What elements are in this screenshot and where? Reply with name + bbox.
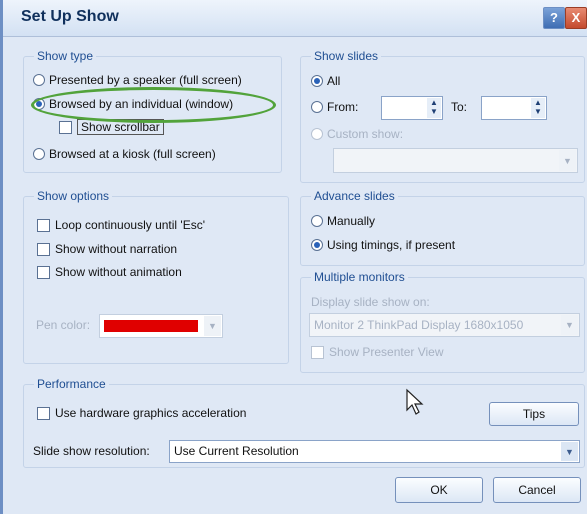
monitor-value: Monitor 2 ThinkPad Display 1680x1050 [314,318,524,332]
checkbox-icon [59,120,72,134]
show-without-narration-checkbox[interactable]: Show without narration [37,242,177,256]
tips-button[interactable]: Tips [489,402,579,426]
custom-show-dropdown[interactable]: ▼ [333,148,578,173]
slide-show-resolution-label: Slide show resolution: [33,444,150,458]
show-options-legend: Show options [34,189,113,203]
chevron-down-icon: ▼ [204,316,221,336]
checkbox-label: Use hardware graphics acceleration [55,406,247,420]
radio-browsed-at-kiosk[interactable]: Browsed at a kiosk (full screen) [33,147,216,161]
radio-custom-show[interactable]: Custom show: [311,127,403,141]
show-slides-legend: Show slides [311,49,382,63]
radio-label: From: [327,100,359,114]
to-label: To: [451,100,468,114]
radio-using-timings[interactable]: Using timings, if present [311,238,455,252]
radio-label: Presented by a speaker (full screen) [49,73,242,87]
display-slide-show-label: Display slide show on: [311,295,430,309]
radio-icon [311,128,323,140]
from-spinner[interactable]: ▲ ▼ [381,96,443,120]
radio-manually[interactable]: Manually [311,214,375,228]
chevron-down-icon: ▼ [559,150,576,171]
radio-label: Using timings, if present [327,238,456,252]
hardware-acceleration-checkbox[interactable]: Use hardware graphics acceleration [37,406,246,420]
radio-all[interactable]: All [311,74,340,88]
monitor-dropdown[interactable]: Monitor 2 ThinkPad Display 1680x1050 ▼ [309,313,580,337]
chevron-down-icon: ▼ [561,442,578,461]
pen-color-label: Pen color: [36,318,91,332]
radio-icon [33,148,45,160]
spinner-arrows-icon[interactable]: ▲ ▼ [427,98,441,118]
radio-label: Manually [327,214,376,228]
radio-label: All [327,74,341,88]
loop-continuously-checkbox[interactable]: Loop continuously until 'Esc' [37,218,205,232]
checkbox-label: Show without narration [55,242,178,256]
checkbox-label: Show without animation [55,265,182,279]
pen-color-swatch [104,320,198,332]
radio-presented-by-speaker[interactable]: Presented by a speaker (full screen) [33,73,242,87]
show-without-animation-checkbox[interactable]: Show without animation [37,265,182,279]
resolution-value: Use Current Resolution [174,444,299,458]
show-type-legend: Show type [34,49,97,63]
checkbox-label: Loop continuously until 'Esc' [55,218,206,232]
radio-label: Custom show: [327,127,404,141]
help-icon[interactable]: ? [543,7,565,29]
radio-selected-icon [311,75,323,87]
checkbox-icon [37,242,50,256]
cancel-button[interactable]: Cancel [493,477,581,503]
radio-icon [311,101,323,113]
title-bar[interactable]: Set Up Show ? X [3,0,587,37]
checkbox-icon [37,406,50,420]
resolution-dropdown[interactable]: Use Current Resolution ▼ [169,440,580,463]
set-up-show-dialog: Set Up Show ? X Show type Presented by a… [0,0,587,514]
multiple-monitors-legend: Multiple monitors [311,270,408,284]
performance-legend: Performance [34,377,109,391]
radio-icon [311,215,323,227]
checkbox-icon [311,345,324,359]
chevron-down-icon: ▼ [561,315,578,335]
ok-button[interactable]: OK [395,477,483,503]
radio-from[interactable]: From: [311,100,358,114]
highlight-ellipse [31,87,276,123]
radio-label: Browsed at a kiosk (full screen) [49,147,216,161]
mouse-cursor-icon [406,388,424,415]
checkbox-label: Show Presenter View [329,345,444,359]
advance-slides-group: Advance slides [300,189,585,266]
spinner-arrows-icon[interactable]: ▲ ▼ [531,98,545,118]
pen-color-dropdown[interactable]: ▼ [99,314,223,338]
advance-slides-legend: Advance slides [311,189,398,203]
radio-selected-icon [311,239,323,251]
checkbox-icon [37,218,50,232]
to-spinner[interactable]: ▲ ▼ [481,96,547,120]
checkbox-icon [37,265,50,279]
show-presenter-view-checkbox[interactable]: Show Presenter View [311,345,444,359]
close-icon[interactable]: X [565,7,587,29]
dialog-title: Set Up Show [21,8,119,25]
radio-icon [33,74,45,86]
